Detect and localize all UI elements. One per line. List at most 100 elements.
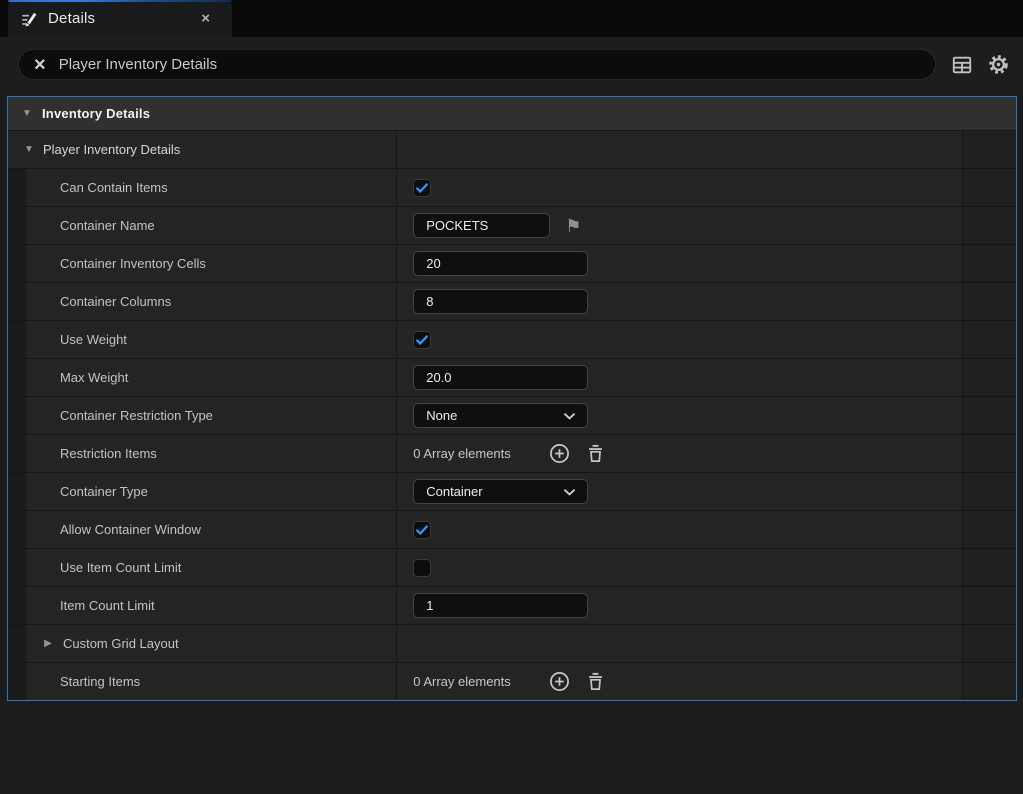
indent-strip: [8, 321, 27, 358]
row-container-columns: Container Columns: [8, 282, 1016, 320]
subcategory-value-cell: [397, 131, 962, 168]
details-pencil-icon: [19, 9, 39, 29]
property-name-cell[interactable]: Item Count Limit: [27, 587, 396, 624]
property-name-cell[interactable]: Can Contain Items: [27, 169, 396, 206]
search-box[interactable]: ×: [18, 49, 936, 80]
row-allow-container-window: Allow Container Window: [8, 510, 1016, 548]
property-value-cell: [397, 245, 962, 282]
indent-strip: [8, 435, 27, 472]
indent-strip: [8, 359, 27, 396]
indent-strip: [8, 245, 27, 282]
reset-column-cell: [963, 435, 1016, 472]
property-name-cell[interactable]: Max Weight: [27, 359, 396, 396]
reset-column-cell: [963, 207, 1016, 244]
row-container-inventory-cells: Container Inventory Cells: [8, 244, 1016, 282]
property-name-cell[interactable]: Use Item Count Limit: [27, 549, 396, 586]
row-can-contain-items: Can Contain Items: [8, 168, 1016, 206]
container-inventory-cells-input[interactable]: [413, 251, 588, 276]
property-label: Container Inventory Cells: [60, 256, 206, 271]
clear-search-icon[interactable]: ×: [34, 55, 46, 75]
property-name-cell[interactable]: Starting Items: [27, 663, 396, 700]
property-name-cell[interactable]: Container Name: [27, 207, 396, 244]
category-header-inventory-details[interactable]: ▼ Inventory Details: [8, 97, 1016, 130]
property-label: Custom Grid Layout: [63, 636, 179, 651]
chevron-collapsed-icon[interactable]: ▶: [42, 638, 54, 649]
tab-close-icon[interactable]: ×: [201, 11, 210, 26]
check-icon: [415, 181, 429, 195]
check-icon: [415, 523, 429, 537]
property-label: Max Weight: [60, 370, 128, 385]
use-weight-checkbox[interactable]: [413, 331, 431, 349]
property-name-cell[interactable]: Container Type: [27, 473, 396, 510]
add-array-element-button[interactable]: [549, 443, 570, 464]
indent-strip: [8, 207, 27, 244]
array-count-text: 0 Array elements: [413, 446, 511, 461]
clear-array-trash-button[interactable]: [587, 444, 604, 463]
array-count-text: 0 Array elements: [413, 674, 511, 689]
property-value-cell: [397, 549, 962, 586]
property-value-cell: 0 Array elements: [397, 663, 962, 700]
details-property-grid: ▼ Inventory Details ▼ Player Inventory D…: [7, 96, 1017, 701]
property-value-cell: [397, 283, 962, 320]
property-name-cell[interactable]: Restriction Items: [27, 435, 396, 472]
property-name-cell[interactable]: Container Inventory Cells: [27, 245, 396, 282]
container-restriction-type-dropdown[interactable]: None: [413, 403, 588, 428]
reset-column-cell: [963, 587, 1016, 624]
row-container-name: Container Name ⚑: [8, 206, 1016, 244]
max-weight-input[interactable]: [413, 365, 588, 390]
subcategory-name-cell: ▼ Player Inventory Details: [8, 131, 396, 168]
tab-title: Details: [48, 10, 95, 27]
settings-gear-icon[interactable]: [987, 53, 1010, 76]
container-type-dropdown[interactable]: Container: [413, 479, 588, 504]
row-use-weight: Use Weight: [8, 320, 1016, 358]
property-label: Restriction Items: [60, 446, 157, 461]
row-player-inventory-details[interactable]: ▼ Player Inventory Details: [8, 130, 1016, 168]
row-item-count-limit: Item Count Limit: [8, 586, 1016, 624]
dropdown-selected-value: None: [426, 408, 457, 423]
can-contain-items-checkbox[interactable]: [413, 179, 431, 197]
clear-array-trash-button[interactable]: [587, 672, 604, 691]
category-label: Inventory Details: [42, 106, 150, 121]
property-matrix-icon[interactable]: [951, 54, 973, 76]
indent-strip: [8, 169, 27, 206]
container-columns-input[interactable]: [413, 289, 588, 314]
property-name-cell[interactable]: ▶ Custom Grid Layout: [27, 625, 396, 662]
property-value-cell: [397, 321, 962, 358]
chevron-expanded-icon[interactable]: ▼: [23, 144, 35, 155]
reset-column-cell: [963, 283, 1016, 320]
reset-column-cell: [963, 663, 1016, 700]
property-name-cell[interactable]: Use Weight: [27, 321, 396, 358]
row-container-restriction-type: Container Restriction Type None: [8, 396, 1016, 434]
property-value-cell: None: [397, 397, 962, 434]
check-icon: [415, 333, 429, 347]
search-input[interactable]: [59, 56, 935, 73]
property-label: Container Restriction Type: [60, 408, 213, 423]
property-label: Container Name: [60, 218, 155, 233]
container-name-input[interactable]: [413, 213, 550, 238]
subcategory-label: Player Inventory Details: [43, 142, 180, 157]
property-label: Starting Items: [60, 674, 140, 689]
property-label: Use Weight: [60, 332, 127, 347]
row-restriction-items: Restriction Items 0 Array elements: [8, 434, 1016, 472]
chevron-expanded-icon[interactable]: ▼: [21, 108, 33, 119]
property-label: Can Contain Items: [60, 180, 168, 195]
use-item-count-limit-checkbox[interactable]: [413, 559, 431, 577]
allow-container-window-checkbox[interactable]: [413, 521, 431, 539]
chevron-down-icon: [563, 488, 576, 496]
chevron-down-icon: [563, 412, 576, 420]
item-count-limit-input[interactable]: [413, 593, 588, 618]
tab-details[interactable]: Details ×: [8, 0, 232, 37]
reset-column-cell: [963, 397, 1016, 434]
reset-column-cell: [963, 625, 1016, 662]
property-name-cell[interactable]: Container Restriction Type: [27, 397, 396, 434]
property-label: Allow Container Window: [60, 522, 201, 537]
indent-strip: [8, 473, 27, 510]
indent-strip: [8, 511, 27, 548]
property-label: Container Columns: [60, 294, 171, 309]
property-value-cell: [397, 625, 962, 662]
property-name-cell[interactable]: Container Columns: [27, 283, 396, 320]
property-name-cell[interactable]: Allow Container Window: [27, 511, 396, 548]
localization-flag-icon[interactable]: ⚑: [565, 217, 581, 235]
reset-column-cell: [963, 321, 1016, 358]
add-array-element-button[interactable]: [549, 671, 570, 692]
